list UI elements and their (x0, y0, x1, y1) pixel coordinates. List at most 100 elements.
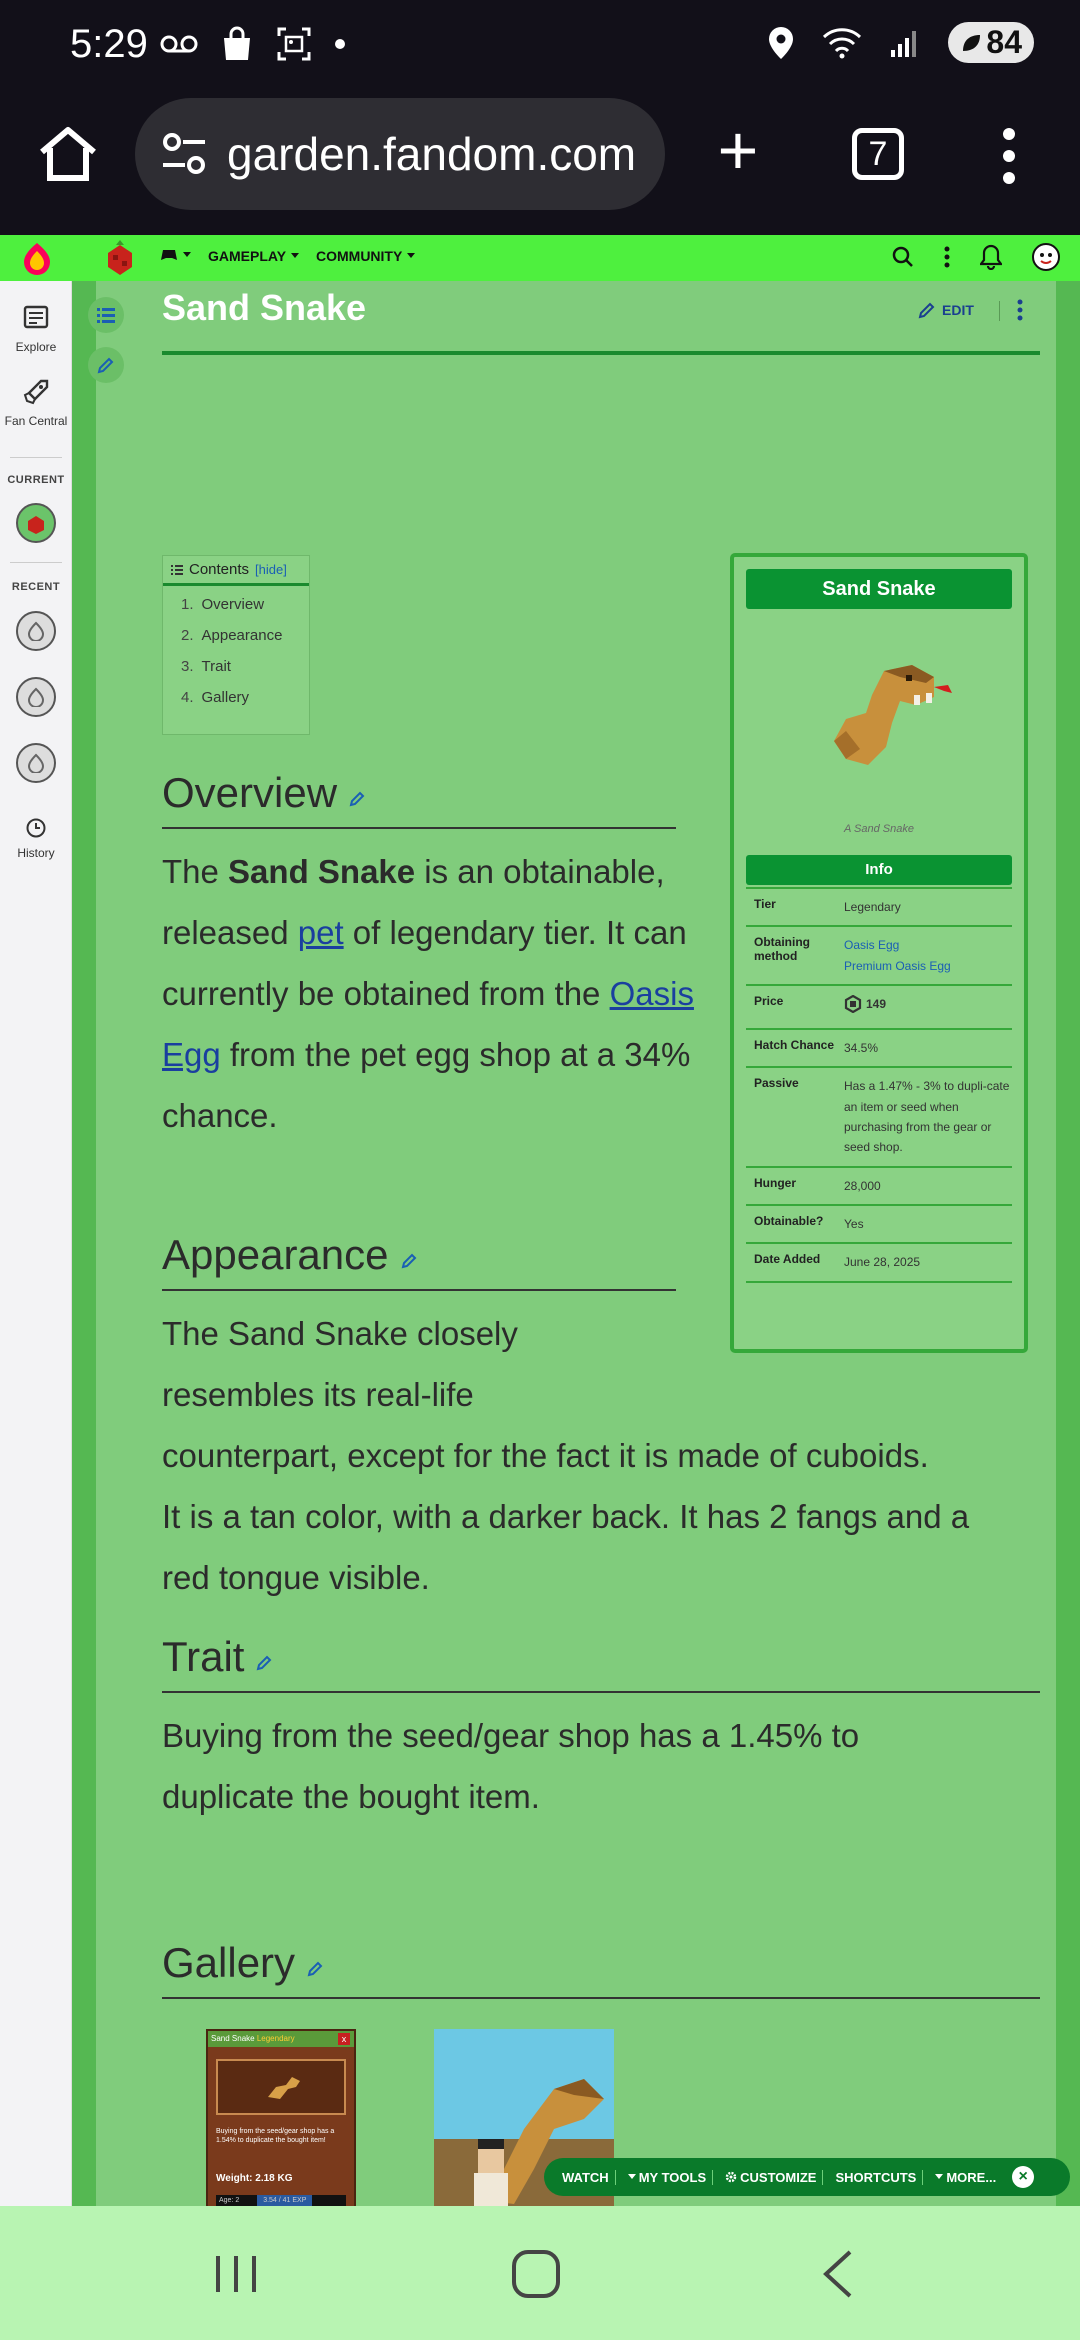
community-label: COMMUNITY (316, 248, 403, 264)
rail-fan-central-label: Fan Central (4, 414, 68, 428)
list-icon (97, 308, 115, 323)
toc-item[interactable]: 4. Gallery (181, 689, 309, 720)
rail-history-label: History (17, 846, 55, 860)
gameplay-dropdown[interactable]: GAMEPLAY (208, 248, 300, 264)
premium-oasis-egg-link[interactable]: Premium Oasis Egg (844, 956, 1012, 976)
android-nav-bar (0, 2206, 1080, 2340)
more-vert-icon[interactable] (994, 126, 1024, 186)
community-dropdown[interactable]: COMMUNITY (316, 248, 416, 264)
section-heading-overview: Overview (162, 769, 365, 817)
back-icon[interactable] (810, 2244, 870, 2304)
pencil-icon[interactable] (401, 1253, 417, 1269)
gallery-card-weight: Weight: 2.18 KG (216, 2173, 293, 2184)
more-vert-icon[interactable] (1016, 299, 1024, 321)
gallery-card-age: Age: 2 (219, 2197, 240, 2204)
toc-item[interactable]: 3. Trait (181, 658, 309, 689)
flame-icon (27, 753, 45, 773)
status-bar: 5:29 84 (0, 0, 1080, 90)
infobox-key: Hunger (754, 1175, 796, 1190)
recent-wiki-2[interactable] (16, 677, 56, 717)
rail-fan-central[interactable]: Fan Central (0, 377, 72, 428)
tab-switcher-button[interactable]: 7 (852, 128, 904, 180)
title-rule (162, 351, 1040, 355)
pencil-icon[interactable] (307, 1961, 323, 1977)
current-wiki-avatar[interactable] (16, 503, 56, 543)
customize-label: CUSTOMIZE (740, 2169, 817, 2185)
gallery-card-rarity: Legendary (256, 2034, 295, 2043)
close-icon: x (338, 2033, 350, 2045)
pencil-icon[interactable] (349, 791, 365, 807)
recent-wiki-3[interactable] (16, 743, 56, 783)
rail-explore[interactable]: Explore (0, 303, 72, 354)
toc-label: Appearance (201, 627, 283, 644)
section-rule (162, 827, 676, 829)
pencil-icon[interactable] (256, 1655, 272, 1671)
new-tab-button[interactable]: + (706, 115, 770, 185)
overview-bold: Sand Snake (228, 853, 416, 890)
site-settings-icon[interactable] (159, 129, 209, 179)
my-tools-button[interactable]: MY TOOLS (622, 2169, 714, 2185)
chevron-down-icon (183, 252, 191, 257)
table-of-contents: Contents [hide] 1. Overview 2. Appearance … (162, 555, 310, 735)
games-dropdown[interactable] (160, 248, 192, 262)
rail-current-heading: CURRENT (7, 474, 65, 486)
toc-number: 4. (181, 689, 194, 706)
overview-text: The (162, 853, 229, 890)
edit-button[interactable]: EDIT (918, 301, 974, 319)
toc-toggle-button[interactable] (88, 297, 124, 333)
section-rule (162, 1289, 676, 1291)
browser-toolbar: garden.fandom.com + 7 (0, 90, 1080, 235)
more-vert-icon[interactable] (944, 246, 950, 268)
oasis-egg-link[interactable]: Oasis Egg (844, 935, 1012, 955)
url-text: garden.fandom.com (227, 128, 637, 180)
search-icon[interactable] (892, 246, 914, 268)
gallery-card-title: Sand Snake (211, 2034, 255, 2043)
my-tools-label: MY TOOLS (638, 2169, 707, 2185)
infobox: Sand Snake A Sand Snake Info Tier Legend… (730, 553, 1028, 1353)
floating-edit-button[interactable] (88, 347, 124, 383)
wifi-icon (823, 27, 862, 58)
toc-item[interactable]: 1. Overview (181, 596, 309, 627)
home-nav-icon[interactable] (506, 2244, 566, 2304)
notifications-bell-icon[interactable] (980, 244, 1002, 270)
battery-indicator: 84 (948, 22, 1034, 63)
fandom-logo-icon[interactable] (22, 241, 52, 275)
watch-button[interactable]: WATCH (556, 2169, 616, 2185)
sand-snake-image[interactable] (794, 631, 954, 791)
user-avatar-icon[interactable] (1032, 243, 1060, 271)
trait-paragraph: Buying from the seed/gear shop has a 1.4… (162, 1705, 1062, 1827)
voicemail-icon (160, 35, 198, 53)
section-rule (162, 1997, 1040, 1999)
gallery-image-pet-card[interactable]: Sand Snake Legendary x Buying from the s… (206, 2029, 356, 2206)
appearance-line: resembles its real-life (162, 1376, 474, 1413)
wiki-logo-icon[interactable] (102, 239, 138, 277)
page-title: Sand Snake (162, 287, 367, 328)
close-icon[interactable]: × (1012, 2166, 1035, 2188)
status-time: 5:29 (70, 22, 148, 66)
shopping-bag-icon (224, 26, 250, 60)
infobox-row: Hatch Chance 34.5% (746, 1027, 1012, 1066)
gallery-card-text: Buying from the seed/gear shop has a 1.5… (216, 2128, 335, 2144)
pet-link[interactable]: pet (298, 914, 344, 951)
toc-label: Gallery (201, 689, 250, 706)
rail-history[interactable]: History (0, 817, 72, 860)
flame-icon (27, 687, 45, 707)
infobox-caption: A Sand Snake (844, 823, 914, 835)
customize-button[interactable]: CUSTOMIZE (719, 2169, 824, 2185)
more-button[interactable]: MORE... (929, 2170, 1002, 2185)
recent-apps-icon[interactable] (206, 2244, 266, 2304)
url-bar[interactable]: garden.fandom.com (135, 98, 665, 210)
battery-level: 84 (986, 24, 1022, 60)
shortcuts-button[interactable]: SHORTCUTS (829, 2169, 924, 2185)
appearance-line: counterpart, except for the fact it is m… (162, 1437, 929, 1474)
infobox-value: Yes (844, 1217, 864, 1232)
infobox-title: Sand Snake (746, 569, 1012, 609)
infobox-key: Date Added (754, 1252, 821, 1267)
clock-icon (26, 818, 46, 838)
toc-item[interactable]: 2. Appearance (181, 627, 309, 658)
location-icon (769, 26, 794, 59)
toc-hide-link[interactable]: [hide] (255, 562, 287, 577)
recent-wiki-1[interactable] (16, 611, 56, 651)
home-icon[interactable] (36, 122, 100, 186)
price-value: 149 (866, 997, 887, 1012)
